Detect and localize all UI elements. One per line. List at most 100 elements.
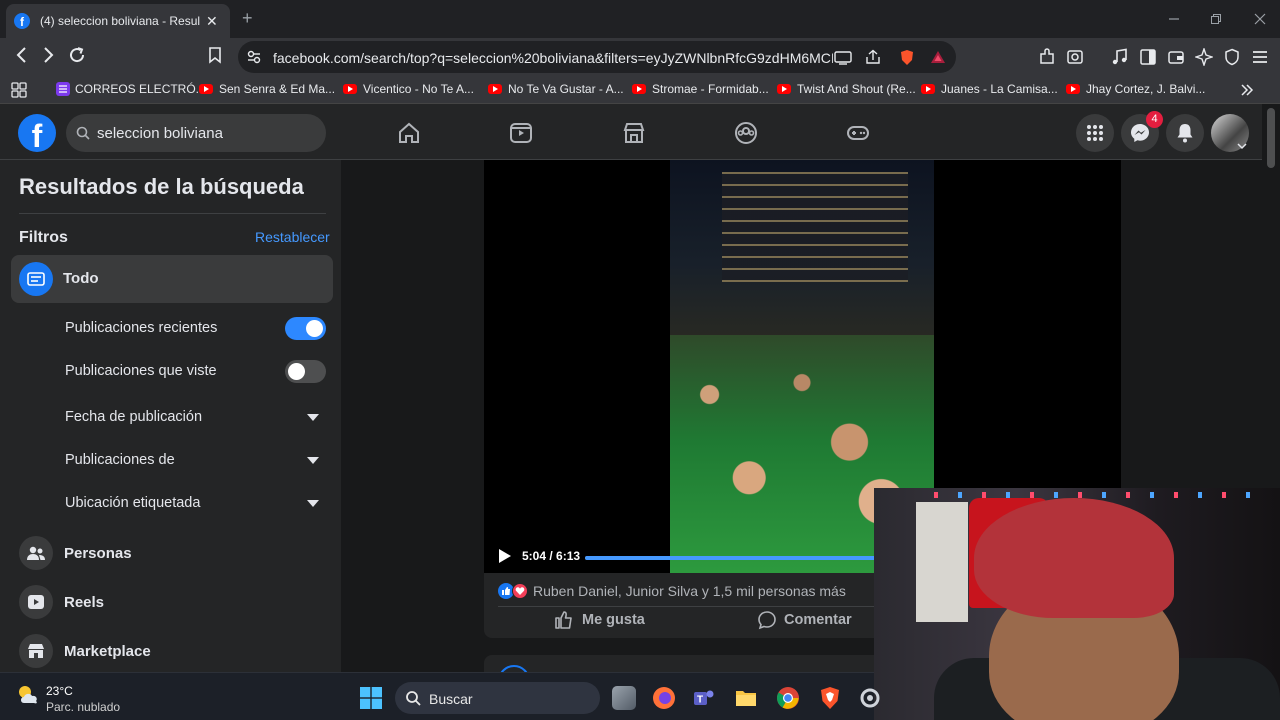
teams-icon[interactable]: T <box>692 686 716 710</box>
category-label: Personas <box>64 545 132 562</box>
bookmark-item[interactable]: No Te Va Gustar - A... <box>488 82 624 96</box>
page-title: Resultados de la búsqueda <box>19 174 304 199</box>
reactions-text: Ruben Daniel, Junior Silva y 1,5 mil per… <box>533 583 846 599</box>
address-bar[interactable]: facebook.com/search/top?q=seleccion%20bo… <box>238 41 956 73</box>
recent-posts-toggle[interactable] <box>285 317 326 340</box>
youtube-icon <box>632 84 646 94</box>
toggle-knob <box>288 363 305 380</box>
youtube-icon <box>488 84 502 94</box>
video-time: 5:04 / 6:13 <box>522 549 581 563</box>
taskbar-search-label: Buscar <box>429 691 473 707</box>
reload-icon[interactable] <box>68 46 86 64</box>
gaming-icon[interactable] <box>846 121 870 145</box>
back-icon[interactable] <box>14 46 30 64</box>
facebook-favicon-icon: f <box>14 13 30 29</box>
screenshot-icon[interactable] <box>1066 48 1084 66</box>
webcam-overlay-image <box>874 488 1280 720</box>
search-icon <box>406 691 421 706</box>
dropdown-label: Publicaciones de <box>65 452 175 468</box>
bookmark-item[interactable]: Sen Senra & Ed Ma... <box>199 82 335 96</box>
youtube-icon <box>777 84 791 94</box>
bookmark-label: Juanes - La Camisa... <box>941 82 1058 96</box>
bell-icon <box>1177 124 1193 143</box>
bookmark-item[interactable]: Juanes - La Camisa... <box>921 82 1058 96</box>
facebook-header: f seleccion boliviana 4 <box>0 104 1262 160</box>
play-icon[interactable] <box>498 548 512 564</box>
facebook-logo-icon[interactable]: f <box>18 114 56 152</box>
search-value[interactable]: seleccion boliviana <box>97 125 223 142</box>
bookmark-item[interactable]: Vicentico - No Te A... <box>343 82 474 96</box>
groups-icon[interactable] <box>734 121 758 145</box>
close-window-icon[interactable] <box>1254 13 1266 25</box>
marketplace-icon <box>19 634 53 668</box>
site-settings-icon[interactable] <box>246 49 262 65</box>
comment-label: Comentar <box>784 612 852 628</box>
share-icon[interactable] <box>864 49 882 65</box>
seen-posts-toggle[interactable] <box>285 360 326 383</box>
brave-browser-icon[interactable] <box>818 686 842 710</box>
comment-button[interactable]: Comentar <box>757 610 852 630</box>
bookmark-item[interactable]: Jhay Cortez, J. Balvi... <box>1066 82 1205 96</box>
file-explorer-icon[interactable] <box>734 686 758 710</box>
vpn-shield-icon[interactable] <box>1223 48 1241 66</box>
wallet-icon[interactable] <box>1167 48 1185 66</box>
firefox-icon[interactable] <box>652 686 676 710</box>
settings-icon[interactable] <box>858 686 882 710</box>
browser-tab[interactable]: f (4) seleccion boliviana - Resultad ✕ <box>6 4 230 38</box>
brave-rewards-icon[interactable] <box>930 49 946 65</box>
bookmark-label: Jhay Cortez, J. Balvi... <box>1086 82 1206 96</box>
minimize-icon[interactable] <box>1168 13 1180 25</box>
marketplace-icon[interactable] <box>622 121 646 145</box>
category-label: Marketplace <box>64 643 151 660</box>
filter-todo-label: Todo <box>63 270 99 287</box>
chrome-icon[interactable] <box>776 686 800 710</box>
toggle-label-recent: Publicaciones recientes <box>65 320 218 336</box>
brave-shield-icon[interactable] <box>899 49 915 66</box>
bookmark-item[interactable]: Twist And Shout (Re... <box>777 82 916 96</box>
reset-filters-link[interactable]: Restablecer <box>255 229 330 245</box>
bookmark-item[interactable]: Stromae - Formidab... <box>632 82 769 96</box>
media-icon[interactable] <box>1111 48 1129 66</box>
scrollbar-thumb[interactable] <box>1267 108 1275 168</box>
partly-cloudy-icon <box>19 686 37 704</box>
windows-start-icon[interactable] <box>360 687 382 709</box>
search-sidebar: Resultados de la búsqueda Filtros Restab… <box>0 160 341 672</box>
taskbar-search[interactable]: Buscar <box>395 682 600 714</box>
tab-close-icon[interactable]: ✕ <box>206 13 218 30</box>
like-button[interactable]: Me gusta <box>554 610 645 630</box>
comment-icon <box>758 611 776 630</box>
bookmark-item[interactable]: CORREOS ELECTRÓ... <box>56 82 206 96</box>
extensions-icon[interactable] <box>1038 48 1056 66</box>
task-view-icon[interactable] <box>612 686 636 710</box>
all-results-icon <box>19 262 53 296</box>
sidebar-toggle-icon[interactable] <box>1139 48 1157 66</box>
video-icon[interactable] <box>509 121 533 145</box>
dropdown-label: Ubicación etiquetada <box>65 495 201 511</box>
more-bookmarks-icon[interactable] <box>1240 84 1254 96</box>
leo-ai-icon[interactable] <box>1195 48 1213 66</box>
bookmark-label: Twist And Shout (Re... <box>797 82 916 96</box>
grid-menu-icon <box>1087 125 1103 141</box>
page-avatar[interactable] <box>498 665 530 672</box>
bookmark-label: No Te Va Gustar - A... <box>508 82 624 96</box>
reactions-summary[interactable]: Ruben Daniel, Junior Silva y 1,5 mil per… <box>498 583 846 599</box>
chevron-down-icon <box>307 414 319 421</box>
youtube-icon <box>1066 84 1080 94</box>
menu-icon[interactable] <box>1251 48 1269 66</box>
home-icon[interactable] <box>397 121 421 145</box>
bookmark-icon[interactable] <box>208 46 222 64</box>
search-input[interactable]: seleccion boliviana <box>66 114 326 152</box>
account-chevron-icon[interactable] <box>1237 142 1247 150</box>
menu-grid-button[interactable] <box>1076 114 1114 152</box>
url-text[interactable]: facebook.com/search/top?q=seleccion%20bo… <box>273 50 833 66</box>
divider <box>19 213 326 214</box>
bookmark-label: Vicentico - No Te A... <box>363 82 474 96</box>
apps-grid-icon[interactable] <box>11 82 27 98</box>
list-icon <box>56 82 70 96</box>
cast-icon[interactable] <box>834 49 852 65</box>
forward-icon[interactable] <box>40 46 56 64</box>
notifications-button[interactable] <box>1166 114 1204 152</box>
new-tab-button[interactable]: + <box>242 8 253 29</box>
filter-todo[interactable]: Todo <box>11 255 333 303</box>
restore-icon[interactable] <box>1210 13 1222 25</box>
